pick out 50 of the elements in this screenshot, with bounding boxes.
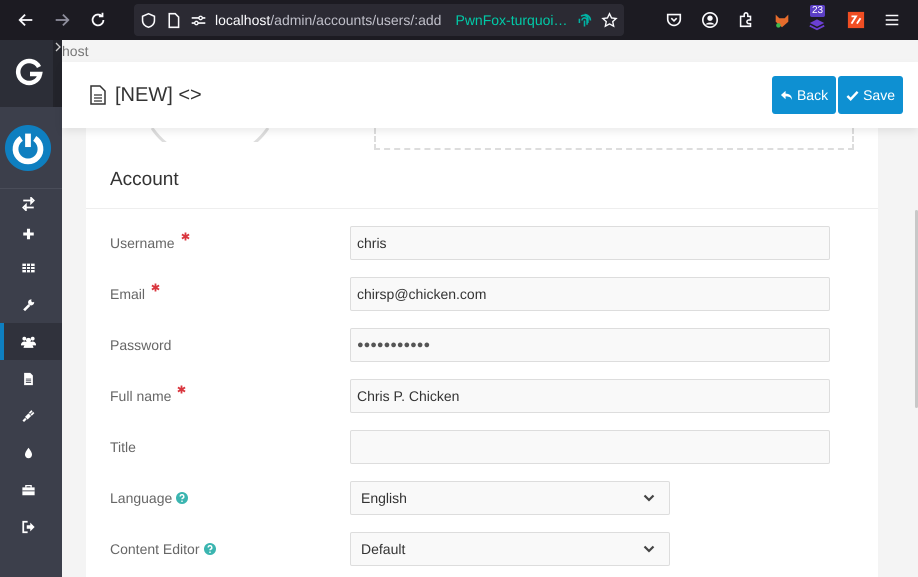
chevron-down-icon: [643, 545, 655, 553]
field-label: Username: [110, 235, 175, 251]
select-field[interactable]: English: [350, 481, 670, 515]
reload-icon[interactable]: [89, 11, 107, 29]
grid-icon: [20, 260, 36, 274]
plus-icon: [20, 227, 36, 241]
field-label: Password: [110, 337, 172, 353]
plug-icon: [20, 408, 36, 422]
select-field[interactable]: Default: [350, 532, 670, 566]
star-icon[interactable]: [600, 12, 618, 28]
url-text: localhost/admin/accounts/users/:add: [215, 12, 442, 28]
save-button[interactable]: Save: [838, 76, 903, 114]
check-icon: [846, 88, 860, 102]
users-nav-item[interactable]: [0, 323, 62, 360]
reply-icon: [780, 88, 793, 102]
notification-badge: 23: [810, 5, 826, 17]
account-icon[interactable]: [701, 11, 719, 29]
chevron-icon[interactable]: [54, 42, 62, 52]
wrench-icon: [20, 298, 36, 312]
input-field[interactable]: [350, 430, 830, 464]
pocket-icon[interactable]: [665, 11, 683, 29]
shield-icon[interactable]: [140, 12, 157, 28]
back-button[interactable]: Back: [772, 76, 836, 114]
address-bar[interactable]: localhost/admin/accounts/users/:add PwnFox-turquoi…: [134, 4, 624, 36]
field-label: Email: [110, 286, 146, 302]
extension-icon[interactable]: [847, 11, 865, 29]
password-field[interactable]: ●●●●●●●●●●●: [350, 328, 830, 362]
input-field[interactable]: chirsp@chicken.com: [350, 277, 830, 311]
field-label: Content Editor: [110, 541, 200, 557]
fingerprint-icon: [576, 12, 593, 28]
tab-strip-text: host: [62, 43, 88, 59]
section-heading: Account: [110, 169, 179, 191]
power-logo-icon: [4, 124, 52, 172]
container-label: PwnFox-turquoi…: [455, 12, 568, 28]
users-icon: [20, 334, 36, 348]
logo-icon: [14, 58, 44, 88]
document-icon: [90, 85, 106, 105]
briefcase-icon: [20, 482, 36, 496]
forward-icon[interactable]: [53, 11, 71, 29]
back-icon[interactable]: [17, 11, 35, 29]
field-label: Title: [110, 439, 136, 455]
input-field[interactable]: chris: [350, 226, 830, 260]
sync-icon: [20, 197, 36, 211]
sign-out-icon: [20, 520, 36, 534]
chevron-down-icon: [643, 494, 655, 502]
field-label: Full name: [110, 388, 172, 404]
page-title: [NEW] <>: [115, 84, 202, 106]
extension-button[interactable]: 23: [808, 4, 830, 36]
field-label: Language: [110, 490, 172, 506]
input-field[interactable]: Chris P. Chicken: [350, 379, 830, 413]
